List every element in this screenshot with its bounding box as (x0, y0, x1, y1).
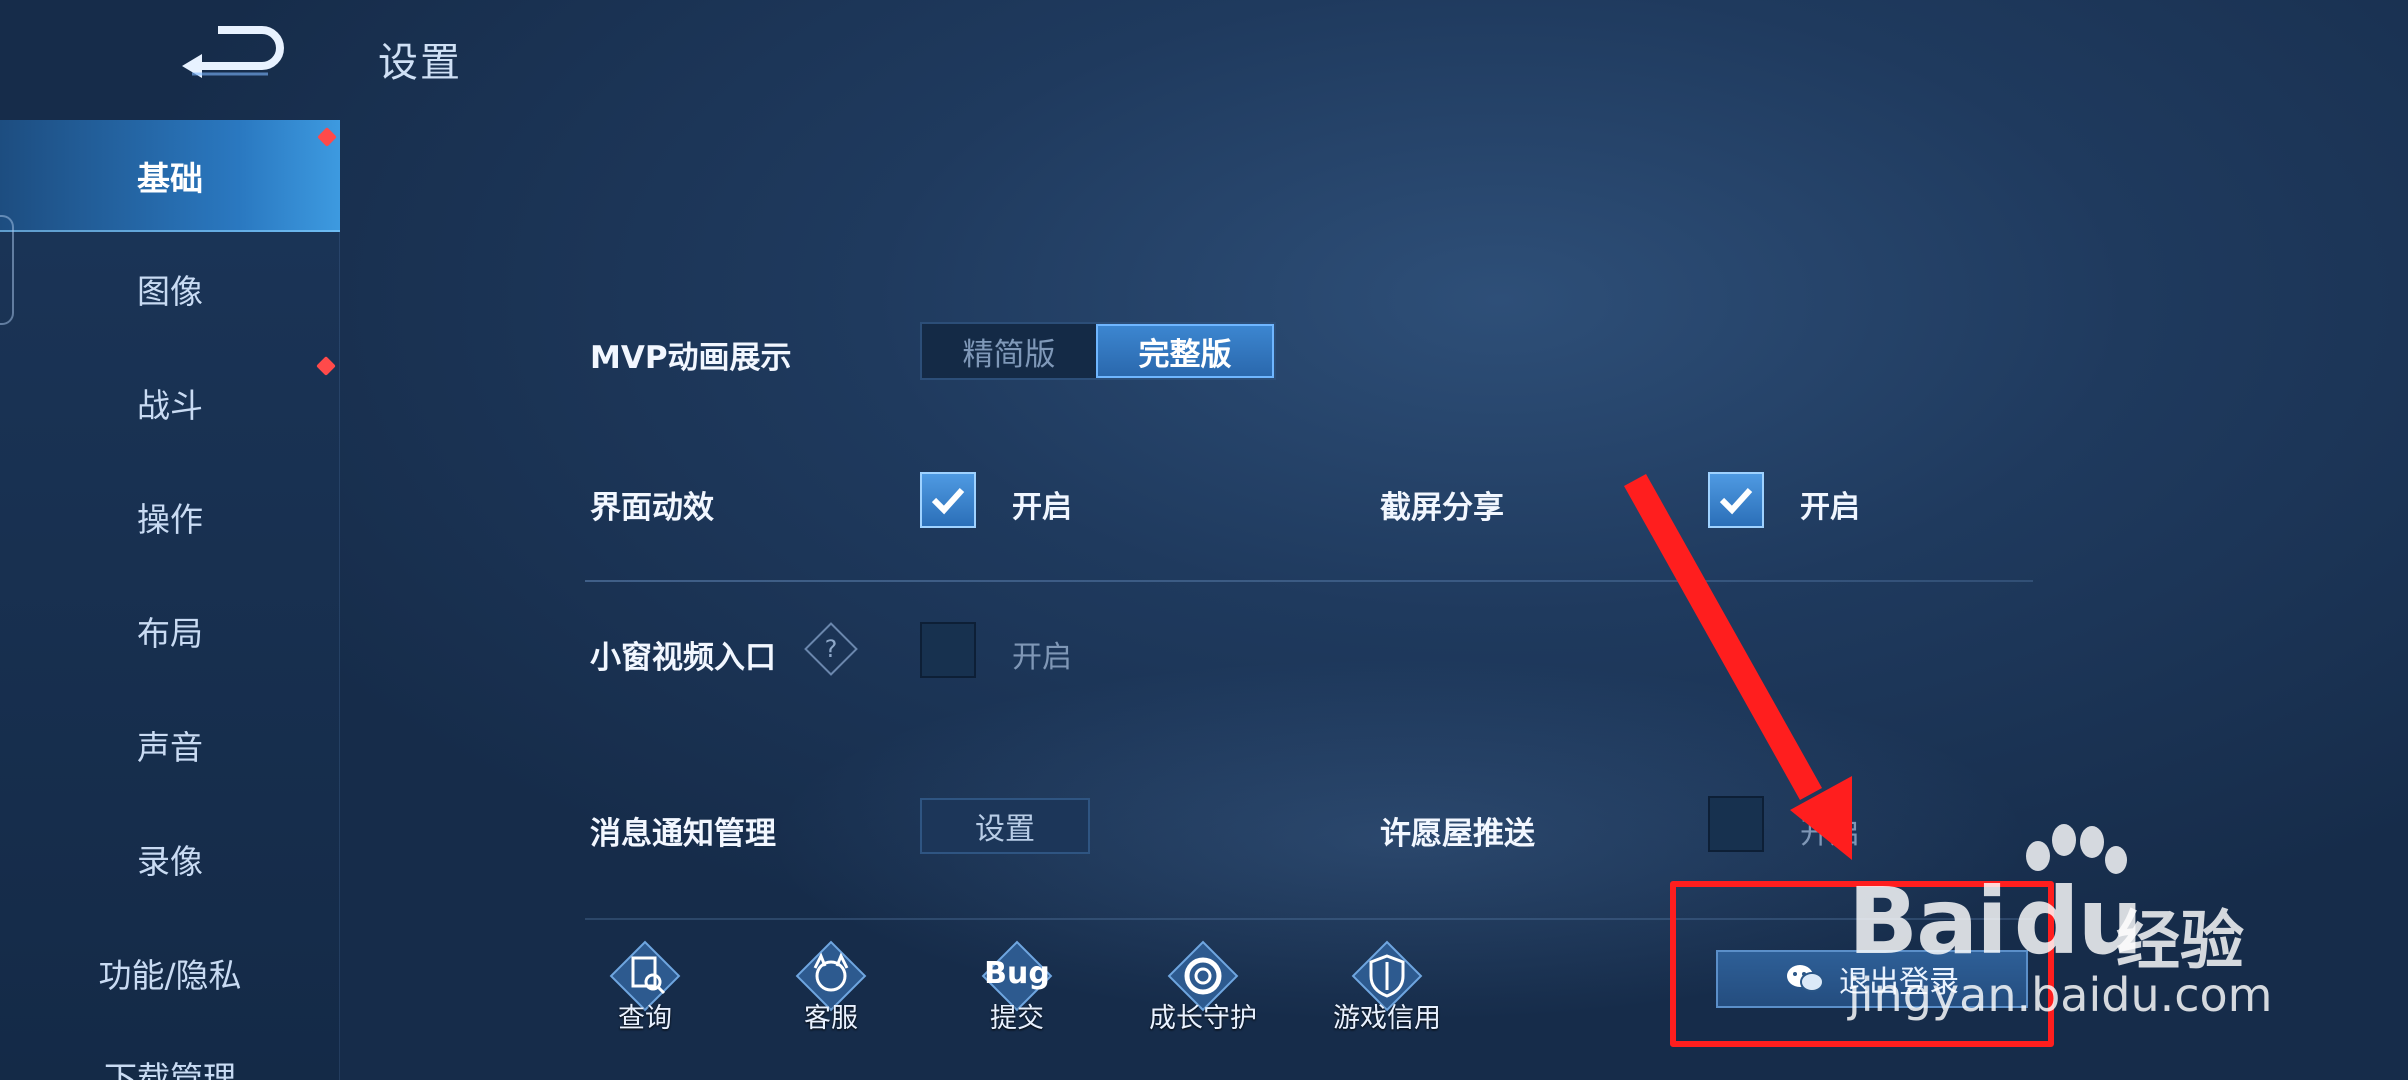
wechat-icon (1787, 965, 1824, 992)
sidebar-item-label: 操作 (137, 500, 203, 539)
bottom-divider (585, 918, 2033, 920)
logout-label: 退出登录 (1839, 965, 1959, 1000)
back-button[interactable] (178, 24, 286, 82)
sidebar-item-image[interactable]: 图像 (0, 233, 340, 345)
mini-window-option-text: 开启 (1012, 640, 1072, 675)
sidebar-item-label: 布局 (137, 614, 203, 653)
wish-house-option-text: 开启 (1800, 816, 1860, 851)
sidebar-item-label: 下载管理 (104, 1059, 236, 1080)
sidebar-item-battle[interactable]: 战斗 (0, 347, 340, 459)
screenshot-share-checkbox[interactable] (1708, 472, 1764, 528)
notification-badge (316, 356, 336, 376)
paw-logo-icon (2026, 824, 2127, 874)
ui-effects-checkbox[interactable] (920, 472, 976, 528)
back-arrow-icon (182, 26, 284, 78)
game-credit-button[interactable]: 游戏信用 (1312, 932, 1462, 1052)
logout-button[interactable]: 退出登录 (1716, 950, 2028, 1008)
bug-submit-label: 提交 (990, 1003, 1044, 1034)
section-divider (585, 580, 2033, 582)
sidebar-item-basic[interactable]: 基础 (0, 120, 340, 232)
service-button[interactable]: 客服 (756, 932, 906, 1052)
sidebar-item-replay[interactable]: 录像 (0, 803, 340, 915)
query-label: 查询 (618, 1003, 672, 1034)
sidebar-collapse-handle[interactable] (0, 215, 14, 325)
sidebar-item-downloads[interactable]: 下载管理 (0, 1032, 340, 1080)
notifications-settings-button[interactable]: 设置 (920, 798, 1090, 854)
watermark-cn: 经验 (2116, 905, 2244, 979)
checkmark-icon (931, 487, 965, 515)
notification-badge (317, 127, 337, 147)
sidebar-item-label: 战斗 (137, 386, 203, 425)
sidebar-item-controls[interactable]: 操作 (0, 461, 340, 573)
wish-house-label: 许愿屋推送 (1380, 816, 1535, 852)
ui-effects-label: 界面动效 (590, 490, 714, 526)
query-button[interactable]: 查询 (570, 932, 720, 1052)
ui-effects-option-text: 开启 (1012, 490, 1072, 525)
sidebar-item-label: 声音 (137, 728, 203, 767)
sidebar-item-sound[interactable]: 声音 (0, 689, 340, 801)
service-label: 客服 (804, 1003, 858, 1034)
sidebar-item-label: 图像 (137, 272, 203, 311)
mvp-option-full[interactable]: 完整版 (1096, 324, 1274, 378)
sidebar: 基础 图像 战斗 操作 布局 声音 录像 功能/隐私 下载管理 (0, 120, 340, 1080)
bug-submit-button[interactable]: Bug 提交 (942, 932, 1092, 1052)
wish-house-checkbox[interactable] (1708, 796, 1764, 852)
mini-window-checkbox[interactable] (920, 622, 976, 678)
screenshot-share-label: 截屏分享 (1380, 490, 1504, 526)
game-credit-label: 游戏信用 (1333, 1003, 1441, 1034)
sidebar-item-label: 功能/隐私 (98, 956, 242, 995)
sidebar-item-label: 基础 (137, 159, 203, 198)
growth-guard-label: 成长守护 (1149, 1003, 1257, 1034)
sidebar-item-privacy[interactable]: 功能/隐私 (0, 917, 340, 1029)
notifications-label: 消息通知管理 (590, 816, 776, 852)
growth-guard-button[interactable]: 成长守护 (1128, 932, 1278, 1052)
sidebar-item-label: 录像 (137, 842, 203, 881)
mvp-label: MVP动画展示 (590, 340, 792, 376)
mini-window-label: 小窗视频入口 (590, 640, 776, 676)
help-icon[interactable]: ? (804, 622, 858, 676)
screenshot-share-option-text: 开启 (1800, 490, 1860, 525)
bug-caption: Bug (984, 956, 1050, 991)
mvp-segmented-control: 精简版 完整版 (920, 322, 1276, 380)
sidebar-item-layout[interactable]: 布局 (0, 575, 340, 687)
checkmark-icon (1719, 487, 1753, 515)
page-title: 设置 (378, 40, 462, 86)
mvp-option-lite[interactable]: 精简版 (922, 324, 1096, 378)
